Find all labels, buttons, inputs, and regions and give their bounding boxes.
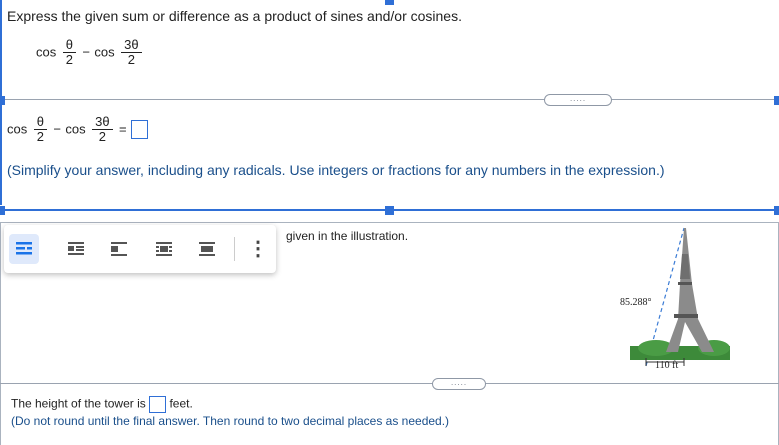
panel-border xyxy=(0,222,779,223)
height-answer-line: The height of the tower is feet. xyxy=(11,396,193,413)
alignment-toolbar: ⋮ xyxy=(4,225,276,273)
resize-handle[interactable] xyxy=(385,206,394,215)
cos-function: cos xyxy=(65,121,86,137)
answer-note: (Simplify your answer, including any rad… xyxy=(7,162,665,178)
minus-sign: − xyxy=(53,121,61,137)
fraction: 3θ 2 xyxy=(121,38,142,67)
frame-edge xyxy=(0,0,2,100)
panel-border xyxy=(0,222,1,445)
problem-intro: given in the illustration. xyxy=(286,229,409,243)
denominator: 2 xyxy=(127,52,135,67)
numerator: θ xyxy=(62,38,76,53)
resize-handle[interactable] xyxy=(774,96,779,105)
height-input[interactable] xyxy=(149,396,167,413)
expand-divider-button[interactable]: ..... xyxy=(432,378,486,390)
numerator: 3θ xyxy=(121,38,142,53)
resize-handle[interactable] xyxy=(774,206,779,215)
align-justify-icon[interactable] xyxy=(149,234,179,264)
numerator: θ xyxy=(33,115,47,130)
cos-function: cos xyxy=(7,121,28,137)
answer-prefix: The height of the tower is xyxy=(11,396,146,411)
equals-sign: = xyxy=(119,121,127,137)
resize-handle[interactable] xyxy=(0,206,5,215)
fraction: 3θ 2 xyxy=(92,115,113,144)
instruction-text: Express the given sum or difference as a… xyxy=(7,8,462,24)
answer-input[interactable] xyxy=(131,120,149,139)
denominator: 2 xyxy=(98,129,106,144)
toolbar-separator xyxy=(234,237,235,261)
resize-handle[interactable] xyxy=(0,96,5,105)
minus-sign: − xyxy=(82,44,90,60)
angle-label: 85.288° xyxy=(620,297,652,308)
answer-expression: cos θ 2 − cos 3θ 2 = xyxy=(7,115,149,144)
denominator: 2 xyxy=(36,129,44,144)
numerator: 3θ xyxy=(92,115,113,130)
cos-function: cos xyxy=(36,44,57,60)
expand-divider-button[interactable]: ..... xyxy=(544,94,612,106)
divider xyxy=(4,99,775,100)
answer-suffix: feet. xyxy=(169,396,193,411)
cos-function: cos xyxy=(94,44,115,60)
fraction: θ 2 xyxy=(62,38,76,67)
align-center-small-icon[interactable] xyxy=(61,234,91,264)
align-block-icon[interactable] xyxy=(192,234,222,264)
resize-handle[interactable] xyxy=(385,0,394,5)
distance-label: 110 ft xyxy=(655,360,679,371)
divider xyxy=(0,383,779,384)
frame-edge xyxy=(0,100,2,205)
denominator: 2 xyxy=(65,52,73,67)
more-vert-icon[interactable]: ⋮ xyxy=(248,237,268,261)
fraction: θ 2 xyxy=(33,115,47,144)
align-left-icon[interactable] xyxy=(9,234,39,264)
align-left-alt-icon[interactable] xyxy=(104,234,134,264)
rounding-note: (Do not round until the final answer. Th… xyxy=(11,414,450,428)
question-expression: cos θ 2 − cos 3θ 2 xyxy=(36,38,144,67)
